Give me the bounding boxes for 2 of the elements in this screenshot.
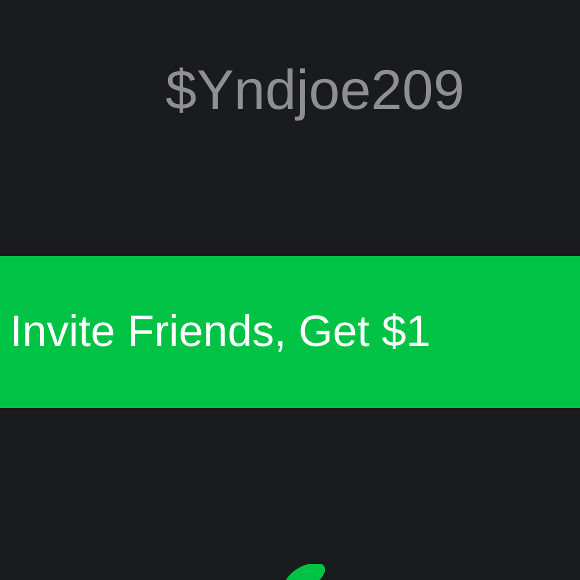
- invite-friends-button[interactable]: Invite Friends, Get $1: [0, 256, 580, 408]
- cashtag: $Yndjoe209: [164, 57, 466, 123]
